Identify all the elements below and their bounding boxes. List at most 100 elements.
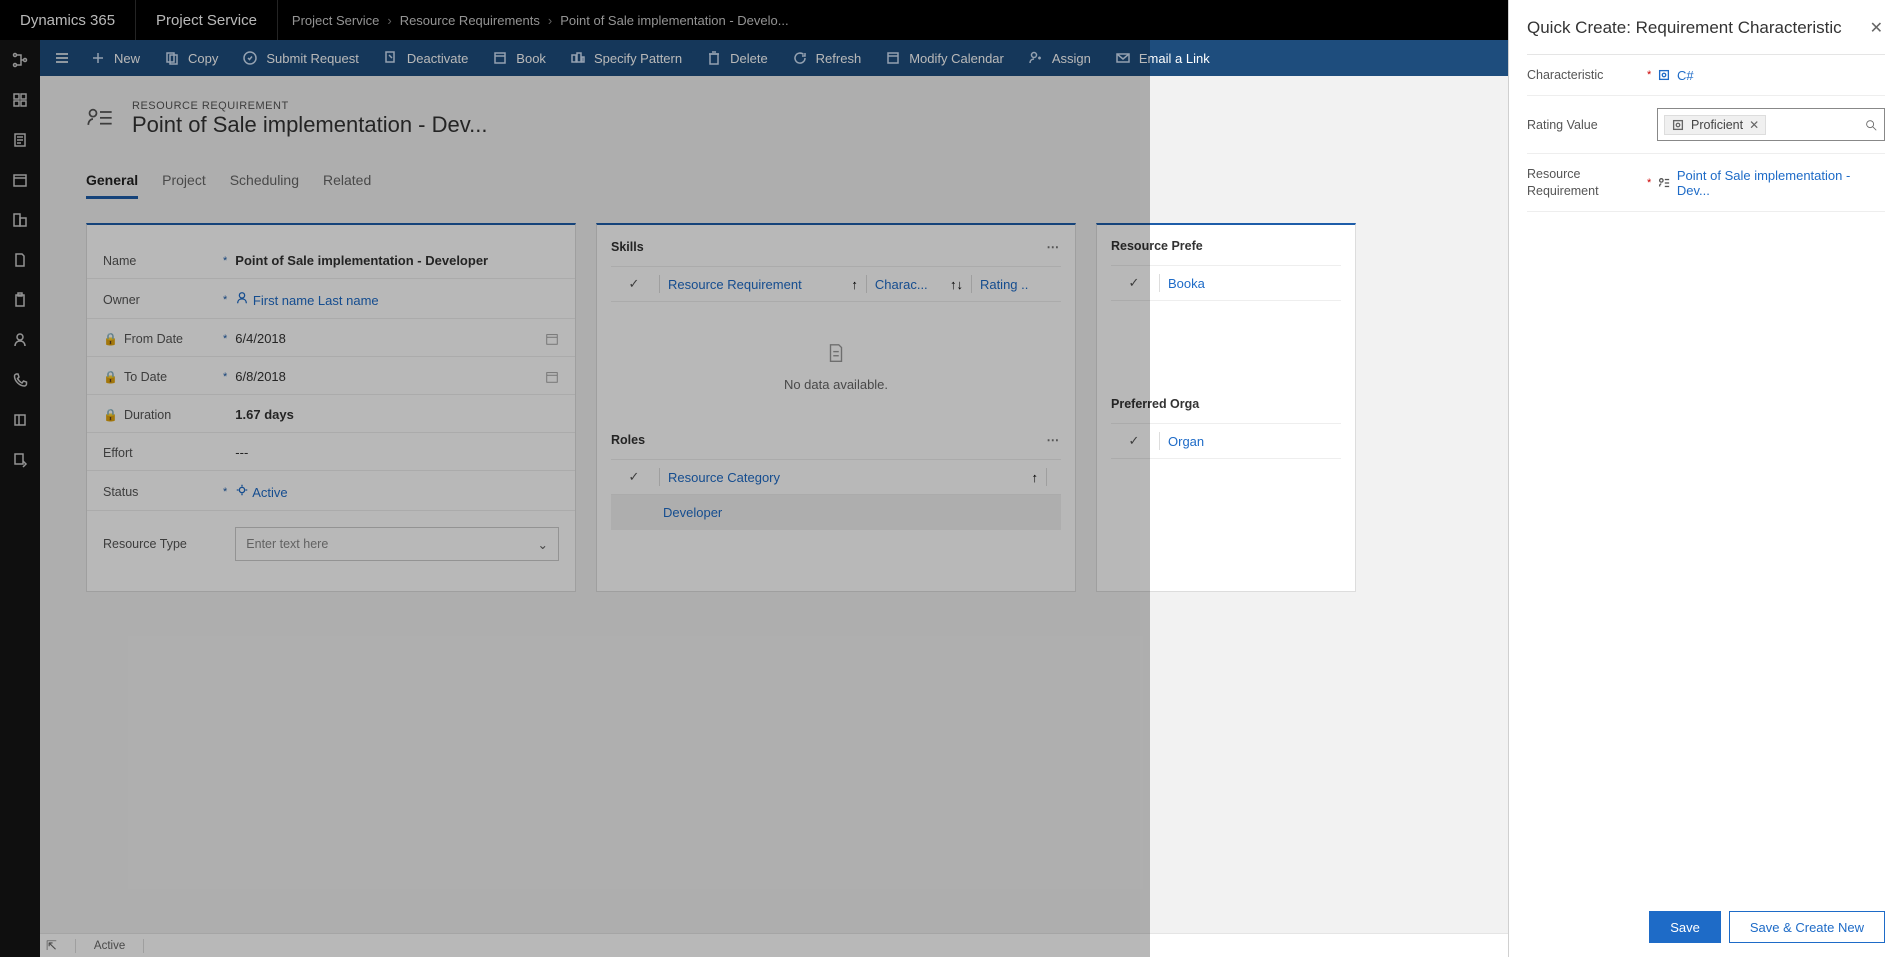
sort-up-icon[interactable]: ↑: [851, 277, 858, 292]
save-create-new-button[interactable]: Save & Create New: [1729, 911, 1885, 943]
col-bookable[interactable]: Booka: [1168, 276, 1335, 291]
select-all-check[interactable]: ✓: [1117, 275, 1151, 291]
roles-header: Roles ⋯: [611, 432, 1061, 447]
rail-export-icon[interactable]: [0, 440, 40, 480]
characteristic-value[interactable]: C#: [1657, 68, 1885, 83]
preferences-card: Resource Prefe ✓ Booka Preferred Orga ✓ …: [1096, 223, 1356, 592]
effort-label: Effort: [103, 446, 223, 460]
from-date-value[interactable]: 6/4/2018: [235, 331, 545, 346]
breadcrumb-root[interactable]: Project Service: [292, 13, 379, 28]
chevron-down-icon: ⌄: [538, 537, 548, 552]
rail-phone-icon[interactable]: [0, 360, 40, 400]
resource-type-select[interactable]: Enter text here ⌄: [235, 527, 559, 561]
skills-more-button[interactable]: ⋯: [1047, 239, 1062, 254]
calendar-icon[interactable]: [545, 332, 559, 346]
cmd-email-link[interactable]: Email a Link: [1103, 40, 1222, 76]
col-resource-category[interactable]: Resource Category: [668, 470, 1032, 485]
to-date-label: 🔒To Date: [103, 370, 223, 384]
hamburger-button[interactable]: [46, 40, 78, 76]
roles-row[interactable]: Developer: [611, 495, 1061, 530]
rail-page-icon[interactable]: [0, 240, 40, 280]
col-organization[interactable]: Organ: [1168, 434, 1335, 449]
breadcrumb-entity[interactable]: Resource Requirements: [400, 13, 540, 28]
quick-create-title: Quick Create: Requirement Characteristic: [1527, 18, 1842, 38]
lookup-icon: [1657, 68, 1671, 82]
rating-value-label: Rating Value: [1527, 117, 1647, 133]
copy-icon: [164, 50, 180, 66]
cmd-specify-pattern[interactable]: Specify Pattern: [558, 40, 694, 76]
quick-create-panel: Quick Create: Requirement Characteristic…: [1508, 0, 1903, 957]
sort-up-icon[interactable]: ↑: [1032, 470, 1039, 485]
select-all-check[interactable]: ✓: [617, 276, 651, 292]
rail-doc-icon[interactable]: [0, 120, 40, 160]
tab-related[interactable]: Related: [323, 172, 371, 199]
entity-icon: [86, 105, 114, 133]
cmd-submit-request[interactable]: Submit Request: [230, 40, 371, 76]
cmd-pattern-label: Specify Pattern: [594, 51, 682, 66]
cmd-modify-calendar[interactable]: Modify Calendar: [873, 40, 1016, 76]
save-button[interactable]: Save: [1649, 911, 1721, 943]
cmd-refresh[interactable]: Refresh: [780, 40, 874, 76]
col-rating[interactable]: Rating ..: [980, 277, 1055, 292]
to-date-value[interactable]: 6/8/2018: [235, 369, 545, 384]
tab-scheduling[interactable]: Scheduling: [230, 172, 299, 199]
skills-header: Skills ⋯: [611, 239, 1061, 254]
rail-sitemap-icon[interactable]: [0, 40, 40, 80]
rail-clipboard-icon[interactable]: [0, 280, 40, 320]
breadcrumb-record[interactable]: Point of Sale implementation - Develo...: [560, 13, 788, 28]
name-value[interactable]: Point of Sale implementation - Developer: [235, 253, 559, 268]
required-icon: *: [223, 486, 235, 498]
person-icon: [235, 291, 249, 305]
cmd-new[interactable]: New: [78, 40, 152, 76]
resource-type-label: Resource Type: [103, 537, 223, 551]
tab-project[interactable]: Project: [162, 172, 206, 199]
rail-org-icon[interactable]: [0, 200, 40, 240]
select-all-check[interactable]: ✓: [1117, 433, 1151, 449]
remove-tag-button[interactable]: ✕: [1749, 118, 1759, 132]
cmd-deactivate[interactable]: Deactivate: [371, 40, 480, 76]
rating-value-lookup[interactable]: Proficient ✕: [1657, 108, 1885, 141]
close-button[interactable]: ✕: [1870, 18, 1883, 38]
rating-tag: Proficient ✕: [1664, 115, 1766, 135]
required-icon: *: [223, 255, 235, 267]
rail-person-icon[interactable]: [0, 320, 40, 360]
lock-icon: 🔒: [103, 332, 118, 346]
brand-label[interactable]: Dynamics 365: [0, 0, 136, 40]
sort-both-icon[interactable]: ↑↓: [950, 277, 963, 292]
refresh-icon: [792, 50, 808, 66]
col-characteristic[interactable]: Charac...: [875, 277, 950, 292]
app-label[interactable]: Project Service: [136, 0, 278, 40]
cmd-delete-label: Delete: [730, 51, 768, 66]
lock-icon: 🔒: [103, 408, 118, 422]
owner-value[interactable]: First name Last name: [235, 291, 559, 308]
org-grid-header: ✓ Organ: [1111, 423, 1341, 459]
name-label: Name: [103, 254, 223, 268]
cmd-copy[interactable]: Copy: [152, 40, 230, 76]
assign-icon: [1028, 50, 1044, 66]
status-value[interactable]: Active: [235, 483, 559, 500]
tab-general[interactable]: General: [86, 172, 138, 199]
col-resource-requirement[interactable]: Resource Requirement: [668, 277, 851, 292]
cmd-assign-label: Assign: [1052, 51, 1091, 66]
cmd-delete[interactable]: Delete: [694, 40, 780, 76]
rail-dashboard-icon[interactable]: [0, 80, 40, 120]
calendar-icon[interactable]: [545, 370, 559, 384]
rail-panel-icon[interactable]: [0, 400, 40, 440]
role-link[interactable]: Developer: [651, 505, 722, 520]
search-icon[interactable]: [1864, 118, 1878, 132]
characteristic-text: C#: [1677, 68, 1694, 83]
rating-tag-text: Proficient: [1691, 118, 1743, 132]
roles-more-button[interactable]: ⋯: [1047, 432, 1062, 447]
popout-icon[interactable]: ⇱: [46, 938, 57, 954]
cmd-assign[interactable]: Assign: [1016, 40, 1103, 76]
rail-calendar-icon[interactable]: [0, 160, 40, 200]
duration-value: 1.67 days: [235, 407, 559, 422]
tag-icon: [1671, 118, 1685, 132]
resource-requirement-value[interactable]: Point of Sale implementation - Dev...: [1657, 168, 1885, 198]
cmd-copy-label: Copy: [188, 51, 218, 66]
pattern-icon: [570, 50, 586, 66]
effort-value[interactable]: ---: [235, 445, 559, 460]
cmd-book[interactable]: Book: [480, 40, 558, 76]
select-all-check[interactable]: ✓: [617, 469, 651, 485]
status-icon: [235, 483, 249, 497]
